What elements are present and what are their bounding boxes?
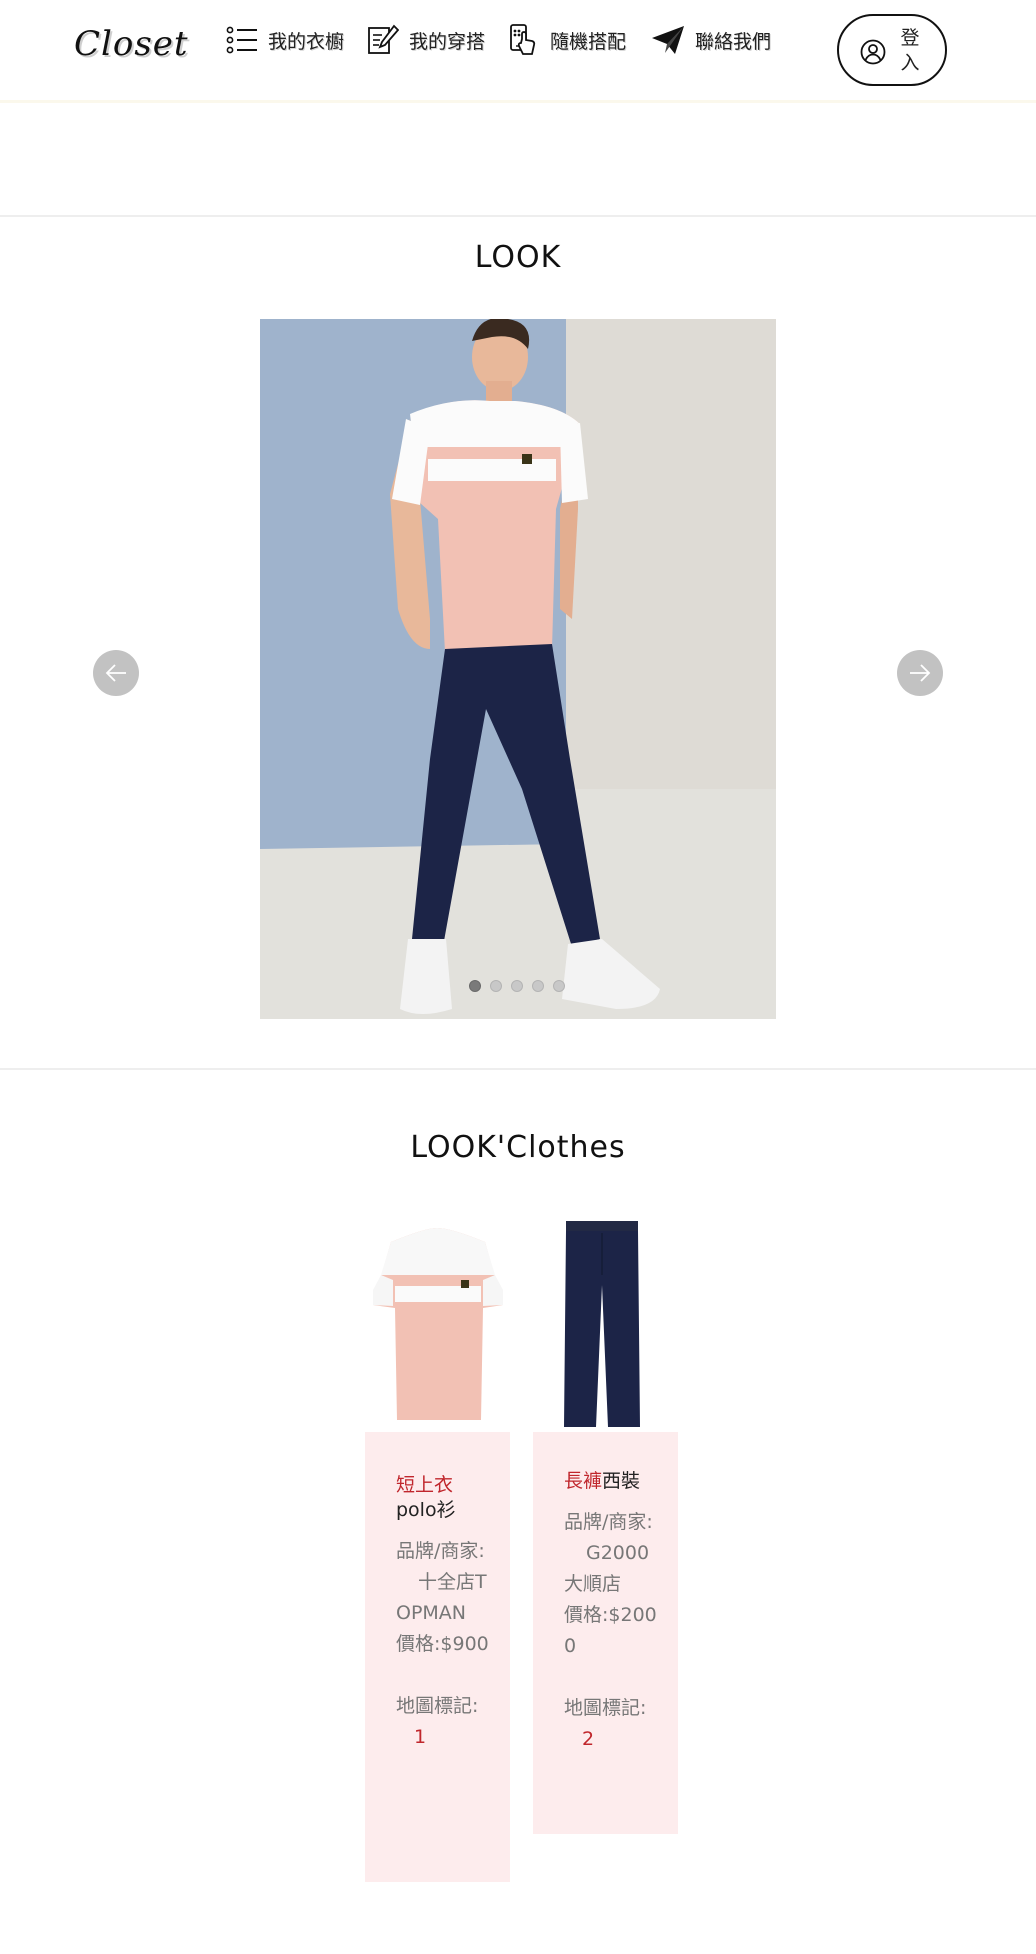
list-icon xyxy=(226,26,257,54)
carousel-dot[interactable] xyxy=(511,980,523,992)
edit-note-icon xyxy=(368,24,399,54)
divider xyxy=(0,215,1036,217)
nav-label: 我的穿搭 xyxy=(409,30,486,53)
carousel-dot[interactable] xyxy=(553,980,565,992)
site-logo[interactable]: Closet xyxy=(74,24,189,64)
price-value: $900 xyxy=(440,1633,489,1655)
item-map-marker[interactable]: 地圖標記: 2 xyxy=(564,1693,658,1755)
look-carousel-image xyxy=(260,319,776,1019)
look-section-title: LOOK xyxy=(474,240,562,275)
carousel-dot[interactable] xyxy=(469,980,481,992)
map-label: 地圖標記: xyxy=(396,1695,479,1717)
price-label: 價格: xyxy=(396,1633,441,1655)
brand-value: 十全店TOPMAN xyxy=(396,1571,487,1624)
paper-plane-icon xyxy=(652,26,684,54)
item-brand: 品牌/商家: G2000大順店 xyxy=(564,1507,658,1600)
nav-label: 我的衣櫥 xyxy=(268,30,345,53)
carousel-next-button[interactable] xyxy=(897,650,943,696)
nav-label: 聯絡我們 xyxy=(695,30,772,53)
item-map-marker[interactable]: 地圖標記: 1 xyxy=(396,1691,490,1753)
brand-label: 品牌/商家: xyxy=(564,1511,653,1533)
nav-contact-us[interactable]: 聯絡我們 xyxy=(651,20,771,60)
nav-random-match[interactable]: 隨機搭配 xyxy=(508,20,626,60)
look-clothes-section-title: LOOK'Clothes xyxy=(410,1130,626,1165)
nav-my-outfits[interactable]: 我的穿搭 xyxy=(367,20,485,60)
arrow-left-icon xyxy=(105,664,126,682)
nav-label: 隨機搭配 xyxy=(550,30,627,53)
login-label: 登入 xyxy=(900,27,920,74)
brand-label: 品牌/商家: xyxy=(396,1540,485,1562)
carousel-dot[interactable] xyxy=(490,980,502,992)
carousel-indicators xyxy=(469,980,565,992)
item-category: 長褲 xyxy=(564,1470,603,1492)
user-circle-icon xyxy=(860,39,886,65)
carousel-prev-button[interactable] xyxy=(93,650,139,696)
item-name: 西裝 xyxy=(602,1470,641,1492)
item-card-polo[interactable]: 短上衣 polo衫 品牌/商家: 十全店TOPMAN 價格:$900 地圖標記:… xyxy=(365,1432,510,1882)
top-navbar: Closet 我的衣櫥 我的穿搭 隨機搭配 聯絡我們 登入 xyxy=(0,0,1036,103)
item-price: 價格:$2000 xyxy=(564,1600,658,1662)
item-brand: 品牌/商家: 十全店TOPMAN xyxy=(396,1536,490,1629)
item-card-pants[interactable]: 長褲西裝 品牌/商家: G2000大順店 價格:$2000 地圖標記: 2 xyxy=(533,1432,678,1834)
divider xyxy=(0,1068,1036,1070)
item-title-line: 長褲西裝 xyxy=(564,1466,658,1497)
map-value[interactable]: 2 xyxy=(582,1728,594,1750)
item-name: polo衫 xyxy=(396,1499,456,1521)
price-label: 價格: xyxy=(564,1604,609,1626)
phone-tap-icon xyxy=(510,24,536,55)
map-value[interactable]: 1 xyxy=(414,1726,426,1748)
brand-value: G2000大順店 xyxy=(564,1542,650,1595)
nav-my-closet[interactable]: 我的衣櫥 xyxy=(226,20,344,60)
item-image-pants[interactable] xyxy=(560,1215,645,1430)
login-button[interactable]: 登入 xyxy=(837,14,947,86)
item-image-polo[interactable] xyxy=(365,1220,510,1425)
arrow-right-icon xyxy=(910,664,931,682)
map-label: 地圖標記: xyxy=(564,1697,647,1719)
item-price: 價格:$900 xyxy=(396,1629,490,1660)
item-category: 短上衣 xyxy=(396,1474,454,1496)
carousel-dot[interactable] xyxy=(532,980,544,992)
